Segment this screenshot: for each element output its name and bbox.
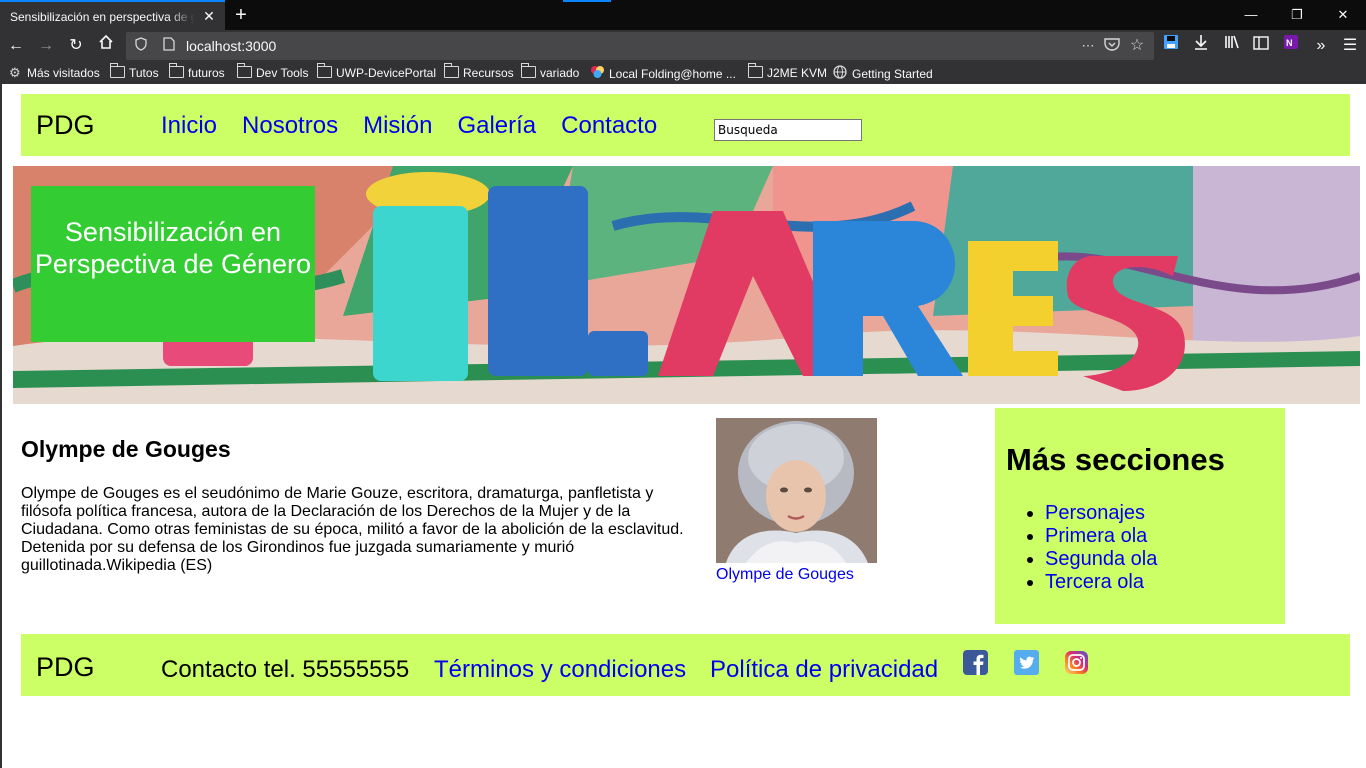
footer-brand[interactable]: PDG [36,652,95,683]
section-link-segunda-ola[interactable]: Segunda ola [1045,548,1157,570]
library-icon[interactable] [1220,34,1244,58]
facebook-icon[interactable] [963,650,988,675]
portrait-caption-link[interactable]: Olympe de Gouges [716,566,854,584]
bookmark-label: Dev Tools [256,66,309,80]
restore-icon[interactable]: ❐ [1274,0,1320,30]
article-body: Olympe de Gouges es el seudónimo de Mari… [21,485,684,574]
bookmark-variado[interactable]: variado [520,63,580,81]
pocket-icon[interactable] [1103,37,1121,55]
minimize-icon[interactable]: — [1228,0,1274,30]
twitter-icon[interactable] [1014,650,1039,675]
folder-icon [168,63,184,78]
article: Olympe de Gouges Olympe de Gouges es el … [21,436,701,575]
nav-nosotros[interactable]: Nosotros [242,112,338,140]
sidebar-icon[interactable] [1249,34,1273,58]
olympe-portrait-image[interactable] [716,418,877,563]
save-icon[interactable] [1159,34,1183,58]
bookmark-getting-started[interactable]: Getting Started [833,65,933,81]
hero-banner: Sensibilización en Perspectiva de Género [13,166,1360,404]
overflow-chevron-icon[interactable]: » [1309,34,1333,58]
section-link-tercera-ola[interactable]: Tercera ola [1045,571,1144,593]
reload-icon[interactable]: ↻ [64,34,88,58]
url-text[interactable]: localhost:3000 [186,38,276,54]
gear-icon: ⚙ [9,65,21,80]
download-icon[interactable] [1189,34,1213,58]
bookmark-local-folding[interactable]: Local Folding@home ... [590,65,736,81]
bookmark-label: futuros [188,66,225,80]
nav-inicio[interactable]: Inicio [161,112,217,140]
brand-logo[interactable]: PDG [36,110,95,141]
section-link-personajes[interactable]: Personajes [1045,502,1145,524]
folder-icon [520,63,536,78]
forward-icon[interactable]: → [34,34,58,58]
bookmark-label: Más visitados [27,66,100,80]
bookmark-label: Getting Started [852,67,933,81]
active-tab[interactable]: Sensibilización en perspectiva de género… [0,0,225,30]
tab-title: Sensibilización en perspectiva de género [10,10,195,24]
address-bar[interactable]: localhost:3000 ⋯ ☆ [126,32,1154,60]
onenote-icon[interactable]: N [1279,34,1303,58]
sections-list: Personajes Primera ola Segunda ola Terce… [1045,502,1157,594]
search-input[interactable] [714,119,862,141]
bookmark-star-icon[interactable]: ☆ [1128,37,1146,55]
nav-contacto[interactable]: Contacto [561,112,657,140]
instagram-icon[interactable] [1064,650,1089,675]
hero-title: Sensibilización en Perspectiva de Género [31,186,315,342]
navigation-toolbar: ← → ↻ localhost:3000 ⋯ ☆ N » ☰ [0,30,1366,62]
bookmark-futuros[interactable]: futuros [168,63,225,81]
site-header: PDG Inicio Nosotros Misión Galería Conta… [21,94,1350,156]
footer-contact: Contacto tel. 55555555 [161,656,410,683]
site-footer: PDG Contacto tel. 55555555 Términos y co… [21,634,1350,696]
bookmark-label: J2ME KVM [767,66,828,80]
page-viewport: PDG Inicio Nosotros Misión Galería Conta… [0,84,1366,768]
bookmark-j2me-kvm[interactable]: J2ME KVM [747,63,828,81]
shield-icon[interactable] [132,37,150,55]
home-icon[interactable] [94,34,118,58]
nav-mision[interactable]: Misión [363,112,432,140]
list-item: Tercera ola [1045,571,1157,594]
bookmark-label: Local Folding@home ... [609,67,736,81]
privacy-link[interactable]: Política de privacidad [710,656,938,684]
new-tab-button[interactable]: + [228,3,254,27]
bookmark-mas-visitados[interactable]: ⚙ Más visitados [9,65,100,81]
page-icon[interactable] [160,37,178,55]
window-close-icon[interactable]: ✕ [1320,0,1366,30]
bookmark-label: Recursos [463,66,514,80]
bookmark-dev-tools[interactable]: Dev Tools [236,63,309,81]
hamburger-menu-icon[interactable]: ☰ [1338,34,1362,58]
section-link-primera-ola[interactable]: Primera ola [1045,525,1147,547]
folder-icon [316,63,332,78]
sections-sidebar: Más secciones Personajes Primera ola Seg… [995,408,1285,624]
back-icon[interactable]: ← [4,34,28,58]
bookmark-uwp-deviceportal[interactable]: UWP-DevicePortal [316,63,437,81]
folder-icon [109,63,125,78]
tab-strip: Sensibilización en perspectiva de género… [0,0,1366,30]
tab-strip-accent [563,0,611,2]
bookmark-label: Tutos [129,66,159,80]
close-tab-icon[interactable]: ✕ [200,7,218,25]
bookmarks-toolbar: ⚙ Más visitados Tutos futuros Dev Tools U… [0,62,1366,84]
terms-link[interactable]: Términos y condiciones [434,656,686,684]
folding-icon [590,65,605,78]
list-item: Segunda ola [1045,548,1157,571]
bookmark-label: UWP-DevicePortal [336,66,437,80]
nav-galeria[interactable]: Galería [457,112,536,140]
bookmark-label: variado [540,66,580,80]
list-item: Primera ola [1045,525,1157,548]
folder-icon [747,63,763,78]
main-nav: Inicio Nosotros Misión Galería Contacto [161,112,682,140]
article-heading: Olympe de Gouges [21,436,231,462]
globe-icon [833,65,848,79]
sidebar-heading: Más secciones [1006,442,1225,477]
bookmark-tutos[interactable]: Tutos [109,63,159,81]
svg-text:N: N [1286,38,1293,48]
page-actions-icon[interactable]: ⋯ [1079,37,1097,55]
bookmark-recursos[interactable]: Recursos [443,63,514,81]
folder-icon [443,63,459,78]
list-item: Personajes [1045,502,1157,525]
folder-icon [236,63,252,78]
